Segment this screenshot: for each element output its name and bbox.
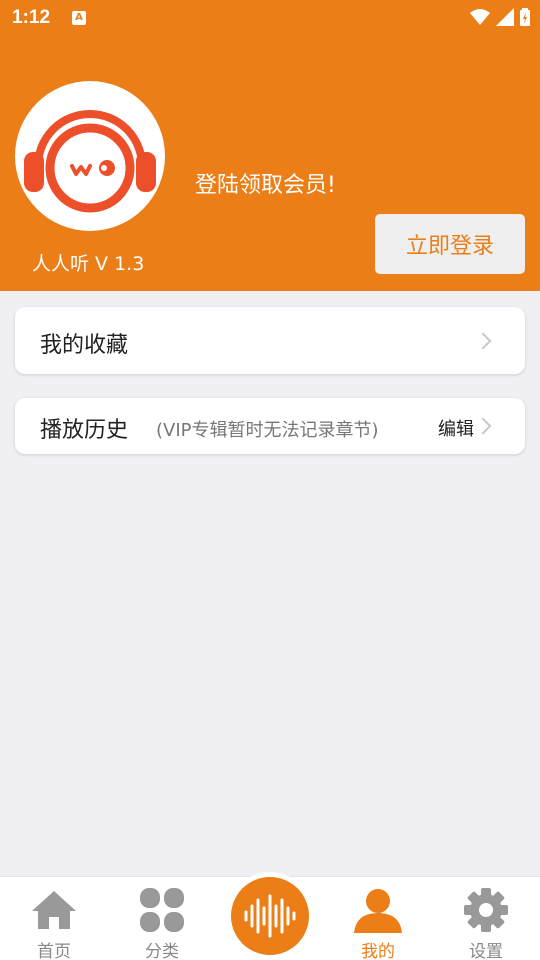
- home-icon: [32, 891, 76, 929]
- chevron-right-icon: [474, 332, 492, 350]
- history-row[interactable]: 播放历史 (VIP专辑暂时无法记录章节) 编辑: [15, 398, 525, 454]
- signal-icon: [496, 8, 514, 26]
- status-time: 1:12: [12, 7, 51, 28]
- battery-icon: [520, 8, 530, 26]
- wifi-icon: [470, 9, 490, 25]
- tab-settings[interactable]: 设置: [432, 877, 540, 960]
- tab-category-label: 分类: [145, 942, 179, 960]
- favorites-row[interactable]: 我的收藏: [15, 307, 525, 374]
- headphones-logo-icon: [24, 110, 156, 213]
- status-indicators: [470, 8, 530, 26]
- login-button[interactable]: 立即登录: [375, 214, 525, 274]
- notification-icon: A: [72, 11, 86, 25]
- tab-profile-label: 我的: [361, 942, 395, 960]
- status-bar: 1:12 A: [0, 0, 540, 36]
- gear-icon: [464, 888, 508, 932]
- app-version: 人人听 V 1.3: [32, 253, 145, 275]
- tab-category[interactable]: 分类: [108, 877, 216, 960]
- favorites-label: 我的收藏: [40, 333, 129, 358]
- login-prompt: 登陆领取会员!: [195, 173, 336, 198]
- audio-wave-icon: [244, 894, 296, 938]
- history-note: (VIP专辑暂时无法记录章节): [156, 420, 379, 441]
- tab-profile[interactable]: 我的: [324, 877, 432, 960]
- grid-icon: [140, 888, 184, 932]
- app-logo-avatar[interactable]: [15, 81, 165, 231]
- tab-home[interactable]: 首页: [0, 877, 108, 960]
- player-button[interactable]: [226, 872, 314, 960]
- profile-icon: [354, 889, 402, 933]
- history-edit-button[interactable]: 编辑: [438, 415, 474, 441]
- tab-settings-label: 设置: [469, 942, 503, 960]
- history-label: 播放历史: [40, 418, 129, 443]
- profile-header: 1:12 A 人人听 V 1.3 登陆领取会员! 立即登录: [0, 0, 540, 291]
- tab-home-label: 首页: [37, 942, 71, 960]
- chevron-right-icon: [474, 417, 492, 435]
